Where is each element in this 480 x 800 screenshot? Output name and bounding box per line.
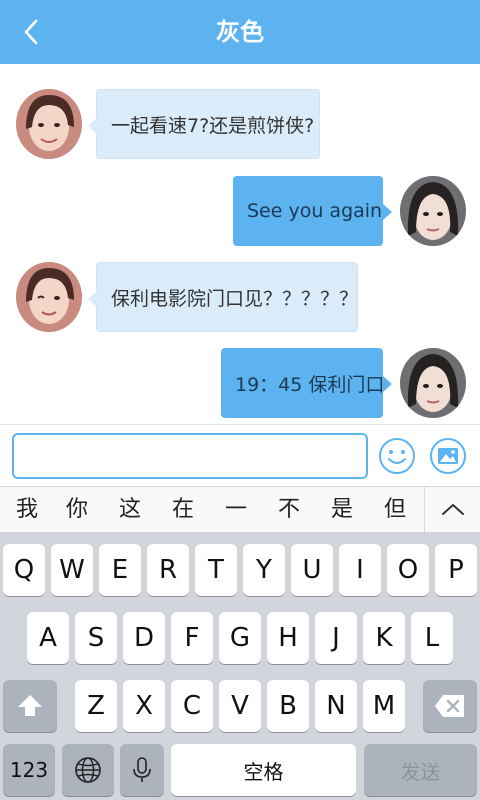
key-w[interactable]: W [51, 544, 93, 596]
candidate-word[interactable]: 不 [262, 487, 316, 533]
image-icon [430, 438, 466, 474]
contact-avatar[interactable] [16, 262, 82, 332]
candidate-word[interactable]: 但 [368, 487, 422, 533]
key-o[interactable]: O [387, 544, 429, 596]
key-y[interactable]: Y [243, 544, 285, 596]
key-d[interactable]: D [123, 612, 165, 664]
message-input-bar [0, 424, 480, 487]
image-button[interactable] [429, 437, 467, 475]
contact-avatar-image [16, 262, 82, 332]
shift-arrow-icon [18, 695, 42, 716]
user-avatar[interactable] [400, 348, 466, 418]
candidate-word[interactable]: 一 [209, 487, 263, 533]
message-text: See you again [247, 200, 383, 222]
key-p[interactable]: P [435, 544, 477, 596]
numbers-key[interactable]: 123 [3, 744, 55, 796]
message-text: 19：45 保利门口 [235, 373, 385, 396]
key-l[interactable]: L [411, 612, 453, 664]
message-text: 一起看速7?还是煎饼侠? [111, 114, 315, 137]
candidate-word[interactable]: 在 [156, 487, 210, 533]
message-input[interactable] [12, 433, 368, 479]
key-i[interactable]: I [339, 544, 381, 596]
globe-key[interactable] [62, 744, 114, 796]
smiley-icon [379, 438, 415, 474]
candidate-word[interactable]: 这 [103, 487, 157, 533]
message-text: 保利电影院门口见？？？？？ [111, 287, 359, 310]
key-n[interactable]: N [315, 680, 357, 732]
key-k[interactable]: K [363, 612, 405, 664]
key-q[interactable]: Q [3, 544, 45, 596]
key-e[interactable]: E [99, 544, 141, 596]
user-avatar-image [400, 176, 466, 246]
key-z[interactable]: Z [75, 680, 117, 732]
chevron-up-icon [442, 504, 464, 515]
key-v[interactable]: V [219, 680, 261, 732]
message-bubble-received[interactable]: 保利电影院门口见？？？？？ [88, 262, 359, 332]
ime-candidate-bar: 我 你 这 在 一 不 是 但 [0, 486, 480, 534]
key-m[interactable]: M [363, 680, 405, 732]
key-j[interactable]: J [315, 612, 357, 664]
candidate-word[interactable]: 是 [315, 487, 369, 533]
key-c[interactable]: C [171, 680, 213, 732]
user-avatar-image [400, 348, 466, 418]
key-x[interactable]: X [123, 680, 165, 732]
microphone-icon [133, 757, 151, 782]
send-key[interactable]: 发送 [364, 744, 477, 796]
backspace-key[interactable] [423, 680, 477, 732]
key-t[interactable]: T [195, 544, 237, 596]
shift-key[interactable] [3, 680, 57, 732]
keyboard: Q W E R T Y U I O P A S D F G H J K L Z … [0, 532, 480, 800]
candidate-expand-button[interactable] [424, 487, 480, 533]
key-g[interactable]: G [219, 612, 261, 664]
key-b[interactable]: B [267, 680, 309, 732]
globe-icon [75, 757, 101, 783]
contact-avatar[interactable] [16, 89, 82, 159]
key-r[interactable]: R [147, 544, 189, 596]
key-u[interactable]: U [291, 544, 333, 596]
page-title: 灰色 [216, 18, 264, 46]
key-a[interactable]: A [27, 612, 69, 664]
nav-header: 灰色 [0, 0, 480, 64]
key-f[interactable]: F [171, 612, 213, 664]
chat-area[interactable]: 一起看速7?还是煎饼侠? See you again 保利电影院门口见？？？？？… [0, 64, 480, 424]
candidate-word[interactable]: 你 [50, 487, 104, 533]
candidate-word[interactable]: 我 [0, 487, 54, 533]
message-bubble-received[interactable]: 一起看速7?还是煎饼侠? [88, 89, 320, 159]
backspace-icon [435, 695, 464, 717]
user-avatar[interactable] [400, 176, 466, 246]
message-bubble-sent[interactable]: 19：45 保利门口 [221, 348, 392, 418]
contact-avatar-image [16, 89, 82, 159]
message-bubble-sent[interactable]: See you again [233, 176, 392, 246]
space-key[interactable]: 空格 [171, 744, 356, 796]
mic-key[interactable] [120, 744, 164, 796]
emoji-button[interactable] [378, 437, 416, 475]
key-h[interactable]: H [267, 612, 309, 664]
key-s[interactable]: S [75, 612, 117, 664]
